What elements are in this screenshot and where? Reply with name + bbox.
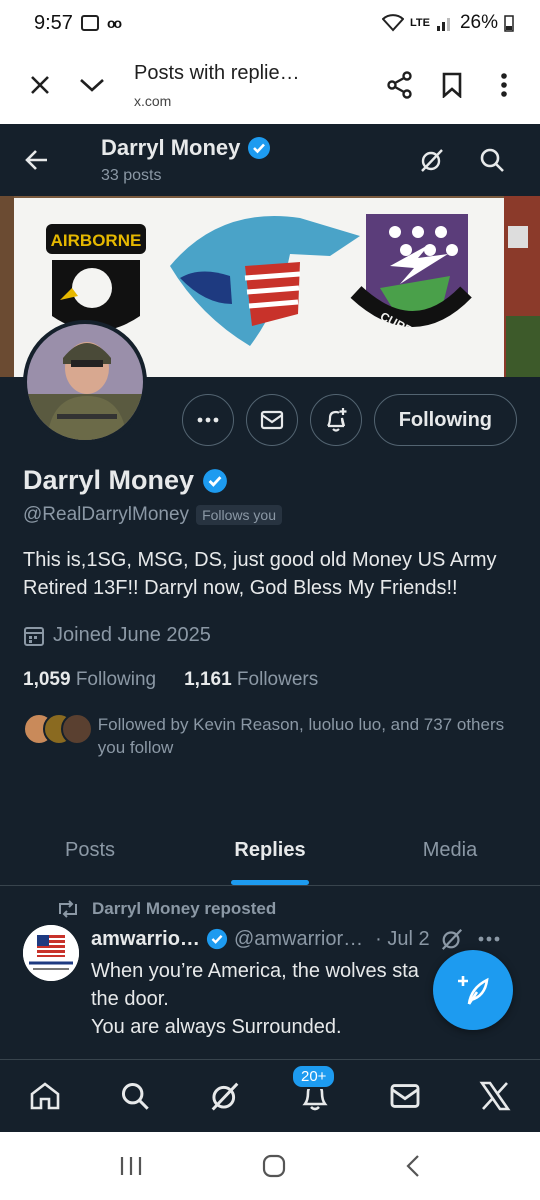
nav-messages[interactable]	[375, 1066, 435, 1126]
profile-tabs: Posts Replies Media	[0, 815, 540, 886]
post-author-handle: @amwarrior…	[233, 927, 364, 950]
avatar-photo	[27, 324, 143, 440]
home-button-icon[interactable]	[262, 1154, 286, 1178]
x-logo-icon	[479, 1081, 511, 1111]
voicemail-icon: oo	[106, 15, 122, 31]
nav-notifications[interactable]: 20+	[285, 1064, 345, 1126]
repost-icon	[59, 900, 77, 918]
search-icon	[121, 1082, 149, 1110]
notify-button[interactable]	[309, 394, 362, 446]
bell-plus-icon	[326, 408, 347, 432]
nav-explore[interactable]	[105, 1066, 165, 1126]
browser-toolbar: Posts with replie… x.com	[0, 46, 540, 124]
airborne-text: AIRBORNE	[51, 231, 142, 250]
more-button[interactable]	[181, 394, 234, 446]
bottom-navigation: 20+	[0, 1059, 540, 1132]
gallery-icon	[80, 15, 99, 31]
battery-level: 26%	[459, 12, 498, 33]
more-horizontal-icon	[197, 417, 219, 423]
calendar-icon	[24, 626, 44, 646]
search-button[interactable]	[462, 130, 522, 190]
posts-count: 33 posts	[101, 167, 162, 184]
followed-by-text: Followed by Kevin Reason, luoluo luo, an…	[97, 715, 505, 757]
bookmark-button[interactable]	[426, 59, 478, 111]
nav-x-logo[interactable]	[465, 1066, 525, 1126]
arrow-left-icon	[25, 150, 47, 170]
joined-date: Joined June 2025	[23, 624, 520, 647]
clock: 9:57	[34, 11, 73, 34]
profile-handle: @RealDarrylMoney	[23, 504, 190, 525]
american-warrior-logo	[23, 925, 79, 981]
more-vertical-icon	[501, 73, 507, 97]
minimize-tab-button[interactable]	[66, 59, 118, 111]
home-icon	[30, 1082, 60, 1110]
system-navigation	[0, 1132, 540, 1200]
notification-badge: 20+	[291, 1064, 337, 1089]
share-button[interactable]	[374, 59, 426, 111]
message-button[interactable]	[245, 394, 298, 446]
grok-icon[interactable]	[440, 927, 464, 951]
envelope-icon	[260, 410, 283, 430]
recent-apps-icon[interactable]	[119, 1155, 143, 1177]
close-tab-button[interactable]	[14, 59, 66, 111]
avatar	[61, 713, 93, 745]
grok-button[interactable]	[402, 130, 462, 190]
close-icon	[31, 76, 49, 94]
compose-feather-icon	[458, 976, 489, 1005]
battery-icon	[504, 15, 514, 32]
grok-icon	[421, 149, 443, 172]
share-icon	[387, 71, 412, 99]
tab-posts[interactable]: Posts	[0, 815, 180, 885]
more-horizontal-icon[interactable]	[478, 936, 500, 942]
grok-icon	[211, 1082, 239, 1111]
page-title: Posts with replie…	[134, 61, 300, 84]
back-button[interactable]	[0, 124, 74, 196]
profile-header: Darryl Money 33 posts	[0, 124, 540, 196]
followers-count-link[interactable]: 1,161 Followers	[184, 669, 318, 691]
wifi-icon	[382, 14, 404, 32]
chevron-down-icon	[80, 79, 104, 92]
followed-by-link[interactable]: Followed by Kevin Reason, luoluo luo, an…	[23, 713, 520, 759]
envelope-icon	[390, 1084, 420, 1108]
bookmark-icon	[442, 72, 462, 98]
verified-badge-icon	[203, 468, 227, 493]
post-date: · Jul 2	[375, 927, 430, 950]
tab-media[interactable]: Media	[360, 815, 540, 885]
profile-info: Darryl Money @RealDarrylMoney Follows yo…	[23, 465, 520, 759]
more-options-button[interactable]	[478, 59, 530, 111]
profile-avatar[interactable]	[23, 320, 147, 444]
verified-badge-icon	[248, 137, 271, 159]
tab-replies[interactable]: Replies	[180, 815, 360, 885]
verified-badge-icon	[206, 928, 228, 950]
signal-icon	[436, 18, 450, 31]
follows-you-badge: Follows you	[196, 505, 282, 525]
profile-name: Darryl Money	[23, 465, 520, 496]
compose-button[interactable]	[433, 950, 513, 1030]
active-tab-indicator	[231, 880, 309, 885]
post-header: amwarrio… @amwarrior… · Jul 2	[91, 927, 524, 951]
header-name: Darryl Money	[101, 135, 402, 161]
profile-bio: This is,1SG, MSG, DS, just good old Mone…	[23, 549, 497, 599]
back-icon[interactable]	[405, 1154, 421, 1178]
status-bar: 9:57 oo LTE 26%	[0, 0, 540, 46]
following-button[interactable]: Following	[373, 394, 517, 446]
profile-actions: Following	[181, 394, 517, 446]
page-url: x.com	[134, 92, 172, 109]
network-type: LTE	[410, 17, 430, 29]
post-author-avatar[interactable]	[23, 925, 79, 981]
repost-indicator: Darryl Money reposted	[56, 899, 276, 919]
nav-grok[interactable]	[195, 1066, 255, 1126]
mutual-avatars	[23, 713, 93, 747]
post-author-name[interactable]: amwarrio…	[91, 928, 200, 951]
nav-home[interactable]	[15, 1066, 75, 1126]
following-count-link[interactable]: 1,059 Following	[23, 669, 156, 691]
search-icon	[480, 148, 504, 172]
